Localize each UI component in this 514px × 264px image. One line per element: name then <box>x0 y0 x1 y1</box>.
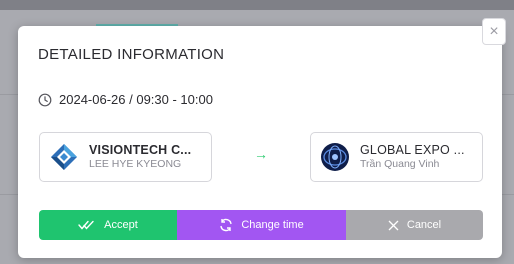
global-expo-logo-icon <box>321 143 349 171</box>
from-company-text: VISIONTECH C... LEE HYE KYEONG <box>89 143 191 171</box>
close-modal-button[interactable]: × <box>482 18 506 45</box>
to-contact-name: Trần Quang Vinh <box>360 158 440 170</box>
from-company-card[interactable]: VISIONTECH C... LEE HYE KYEONG <box>39 132 212 182</box>
action-buttons: Accept Change time Cancel <box>39 210 483 240</box>
from-company-name: VISIONTECH C... <box>89 143 192 157</box>
datetime-text: 2024-06-26 / 09:30 - 10:00 <box>59 92 213 107</box>
modal-title: DETAILED INFORMATION <box>38 46 225 63</box>
to-company-text: GLOBAL EXPO ... Trần Quang Vinh <box>360 143 465 171</box>
refresh-icon <box>219 218 233 232</box>
meeting-datetime: 2024-06-26 / 09:30 - 10:00 <box>38 92 213 107</box>
from-contact-name: LEE HYE KYEONG <box>89 158 182 170</box>
arrow-right-icon: → <box>254 146 268 162</box>
to-company-card[interactable]: GLOBAL EXPO ... Trần Quang Vinh <box>310 132 483 182</box>
accept-button[interactable]: Accept <box>39 210 177 240</box>
clock-icon <box>38 93 52 106</box>
to-company-name: GLOBAL EXPO ... <box>360 143 465 157</box>
cancel-label: Cancel <box>406 219 442 231</box>
close-icon <box>388 220 399 231</box>
check-icon <box>78 220 96 230</box>
cancel-button[interactable]: Cancel <box>346 210 483 240</box>
accept-label: Accept <box>104 219 138 231</box>
visiontech-logo-icon <box>51 144 77 170</box>
detail-modal: DETAILED INFORMATION 2024-06-26 / 09:30 … <box>18 26 502 258</box>
change-time-button[interactable]: Change time <box>177 210 346 240</box>
change-time-label: Change time <box>241 219 304 231</box>
